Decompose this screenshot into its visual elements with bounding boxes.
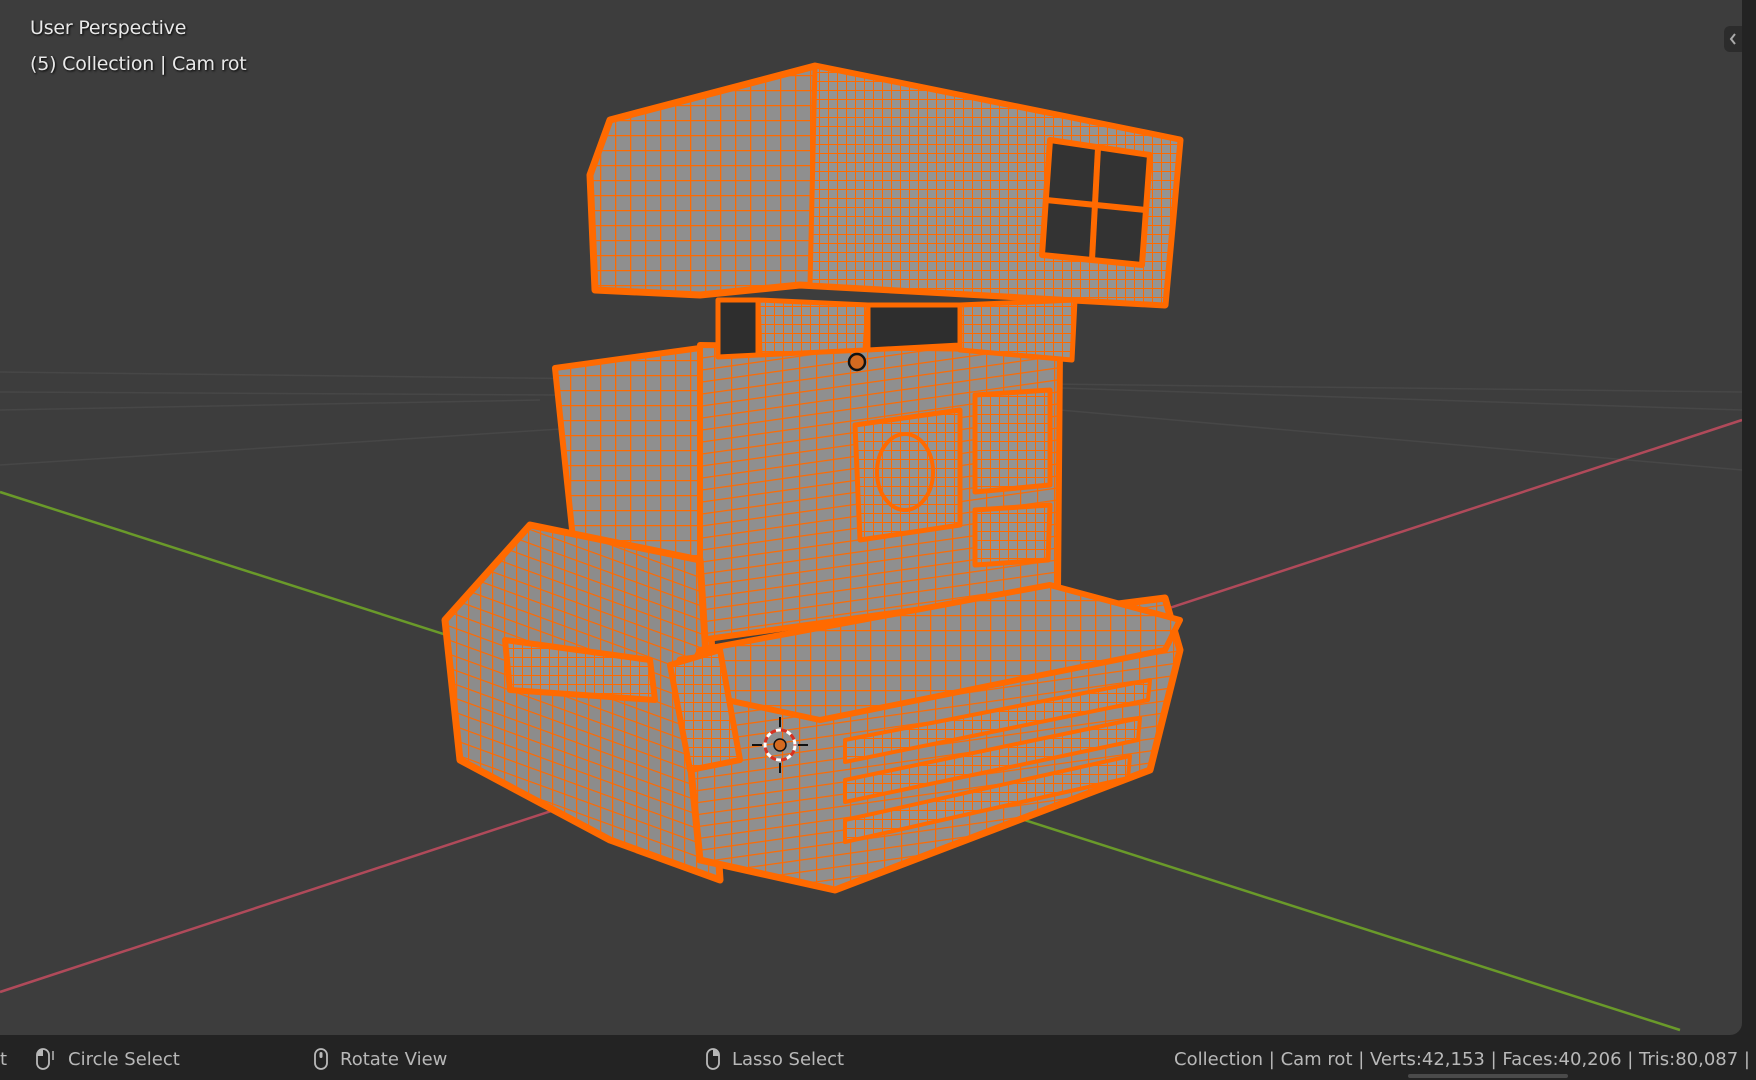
mouse-left-icon bbox=[36, 1048, 54, 1070]
statusbar-scrollbar[interactable] bbox=[1408, 1074, 1568, 1078]
rotate-view-label: Rotate View bbox=[340, 1048, 448, 1070]
3d-viewport[interactable]: User Perspective (5) Collection | Cam ro… bbox=[0, 0, 1742, 1035]
sidebar-toggle-button[interactable] bbox=[1724, 26, 1742, 52]
mouse-right-icon bbox=[706, 1048, 720, 1070]
camera-mesh bbox=[441, 62, 1184, 894]
circle-select-label: Circle Select bbox=[68, 1048, 180, 1070]
chevron-left-icon bbox=[1729, 33, 1736, 45]
view-mode-label: User Perspective bbox=[30, 17, 187, 39]
object-origin bbox=[847, 352, 867, 372]
mouse-middle-icon bbox=[314, 1048, 328, 1070]
viewfinder-window bbox=[1039, 137, 1153, 268]
statusbar-cut-text: t bbox=[0, 1048, 8, 1070]
collection-info-label: (5) Collection | Cam rot bbox=[30, 53, 247, 75]
scene-canvas[interactable] bbox=[0, 0, 1742, 1035]
lasso-select-hint: Lasso Select bbox=[706, 1038, 844, 1080]
rotate-view-hint: Rotate View bbox=[314, 1038, 447, 1080]
lasso-select-label: Lasso Select bbox=[732, 1048, 845, 1070]
circle-select-hint: Circle Select bbox=[30, 1038, 180, 1080]
